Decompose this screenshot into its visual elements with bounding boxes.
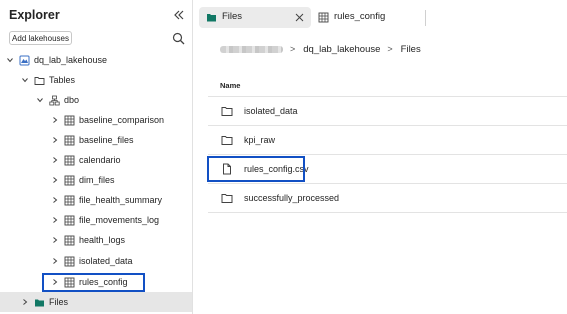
explorer-pane: Explorer Add lakehouses dq_lab_lakehouse… [0, 0, 193, 314]
chevron-right-icon[interactable] [51, 196, 59, 204]
table-icon [64, 256, 75, 266]
tree-item-table[interactable]: dim_files [0, 170, 192, 190]
tab-rules-config[interactable]: rules_config [314, 7, 418, 28]
tree-item-table[interactable]: baseline_files [0, 130, 192, 150]
chevron-right-icon[interactable] [51, 176, 59, 184]
folder-icon [221, 107, 233, 116]
chevron-right-icon: > [387, 44, 393, 54]
tree-label-table: baseline_files [79, 135, 134, 145]
table-icon [64, 215, 75, 225]
chevron-right-icon[interactable] [51, 156, 59, 164]
tree-item-tables[interactable]: Tables [0, 70, 192, 90]
tree-label-table: file_health_summary [79, 195, 163, 205]
tree-label-table: baseline_comparison [79, 115, 165, 125]
highlight-box-rules-config [42, 273, 145, 292]
folder-icon [221, 136, 233, 145]
highlight-box-rules-config-csv [207, 156, 305, 182]
tab-divider [425, 10, 426, 26]
add-lakehouses-button[interactable]: Add lakehouses [9, 31, 72, 45]
tree-item-table[interactable]: baseline_comparison [0, 110, 192, 130]
workspace-name-redacted[interactable] [220, 45, 283, 53]
tree-item-table[interactable]: file_movements_log [0, 210, 192, 230]
tab-label: Files [222, 11, 243, 22]
tree-label-files: Files [49, 297, 69, 307]
table-icon [64, 175, 75, 185]
tree-item-table[interactable]: calendario [0, 150, 192, 170]
chevron-right-icon: > [290, 44, 296, 54]
folder-filled-icon [207, 14, 216, 22]
search-icon[interactable] [172, 32, 185, 45]
folder-filled-icon [35, 299, 44, 306]
close-icon[interactable] [295, 13, 304, 22]
schema-icon [49, 95, 60, 105]
table-icon [64, 195, 75, 205]
tree-item-table[interactable]: file_health_summary [0, 190, 192, 210]
list-item-folder[interactable]: kpi_raw [208, 126, 567, 154]
tree-label-tables: Tables [49, 75, 76, 85]
tree-label-schema: dbo [64, 95, 80, 105]
tree-label-table: isolated_data [79, 256, 133, 266]
chevron-right-icon[interactable] [51, 216, 59, 224]
tree-label-table: health_logs [79, 235, 126, 245]
table-icon [64, 155, 75, 165]
chevron-down-icon[interactable] [6, 56, 14, 64]
tab-label: rules_config [334, 11, 386, 22]
column-header-name[interactable]: Name [220, 81, 240, 90]
item-name: successfully_processed [244, 193, 340, 203]
breadcrumb: > dq_lab_lakehouse > Files [220, 43, 421, 55]
chevron-down-icon[interactable] [21, 76, 29, 84]
chevron-right-icon[interactable] [51, 136, 59, 144]
item-name: isolated_data [244, 106, 298, 116]
tab-bar: Files rules_config [193, 0, 567, 33]
lakehouse-icon [19, 55, 30, 65]
tree-item-lakehouse[interactable]: dq_lab_lakehouse [0, 50, 192, 70]
chevron-right-icon[interactable] [51, 257, 59, 265]
folder-icon [34, 76, 45, 85]
item-name: kpi_raw [244, 135, 276, 145]
list-item-folder[interactable]: successfully_processed [208, 184, 567, 212]
chevron-down-icon[interactable] [36, 96, 44, 104]
tree-item-files[interactable]: Files [0, 292, 192, 312]
table-icon [64, 135, 75, 145]
table-icon [64, 235, 75, 245]
tab-files[interactable]: Files [199, 7, 311, 28]
folder-icon [221, 194, 233, 203]
chevron-right-icon[interactable] [21, 298, 29, 306]
tree-item-table[interactable]: isolated_data [0, 251, 192, 271]
chevron-right-icon[interactable] [51, 236, 59, 244]
chevron-right-icon[interactable] [51, 116, 59, 124]
tree-label-table: calendario [79, 155, 121, 165]
breadcrumb-files: Files [400, 43, 421, 55]
tree-label-table: file_movements_log [79, 215, 160, 225]
explorer-title: Explorer [9, 8, 60, 22]
breadcrumb-lakehouse[interactable]: dq_lab_lakehouse [303, 44, 380, 55]
table-icon [64, 115, 75, 125]
list-item-folder[interactable]: isolated_data [208, 97, 567, 125]
tree-label-lakehouse: dq_lab_lakehouse [34, 55, 108, 65]
table-icon [318, 12, 329, 23]
tree-item-table[interactable]: health_logs [0, 230, 192, 250]
collapse-pane-icon[interactable] [172, 8, 186, 22]
tree-label-table: dim_files [79, 175, 115, 185]
divider [208, 212, 567, 213]
tree-item-schema-dbo[interactable]: dbo [0, 90, 192, 110]
